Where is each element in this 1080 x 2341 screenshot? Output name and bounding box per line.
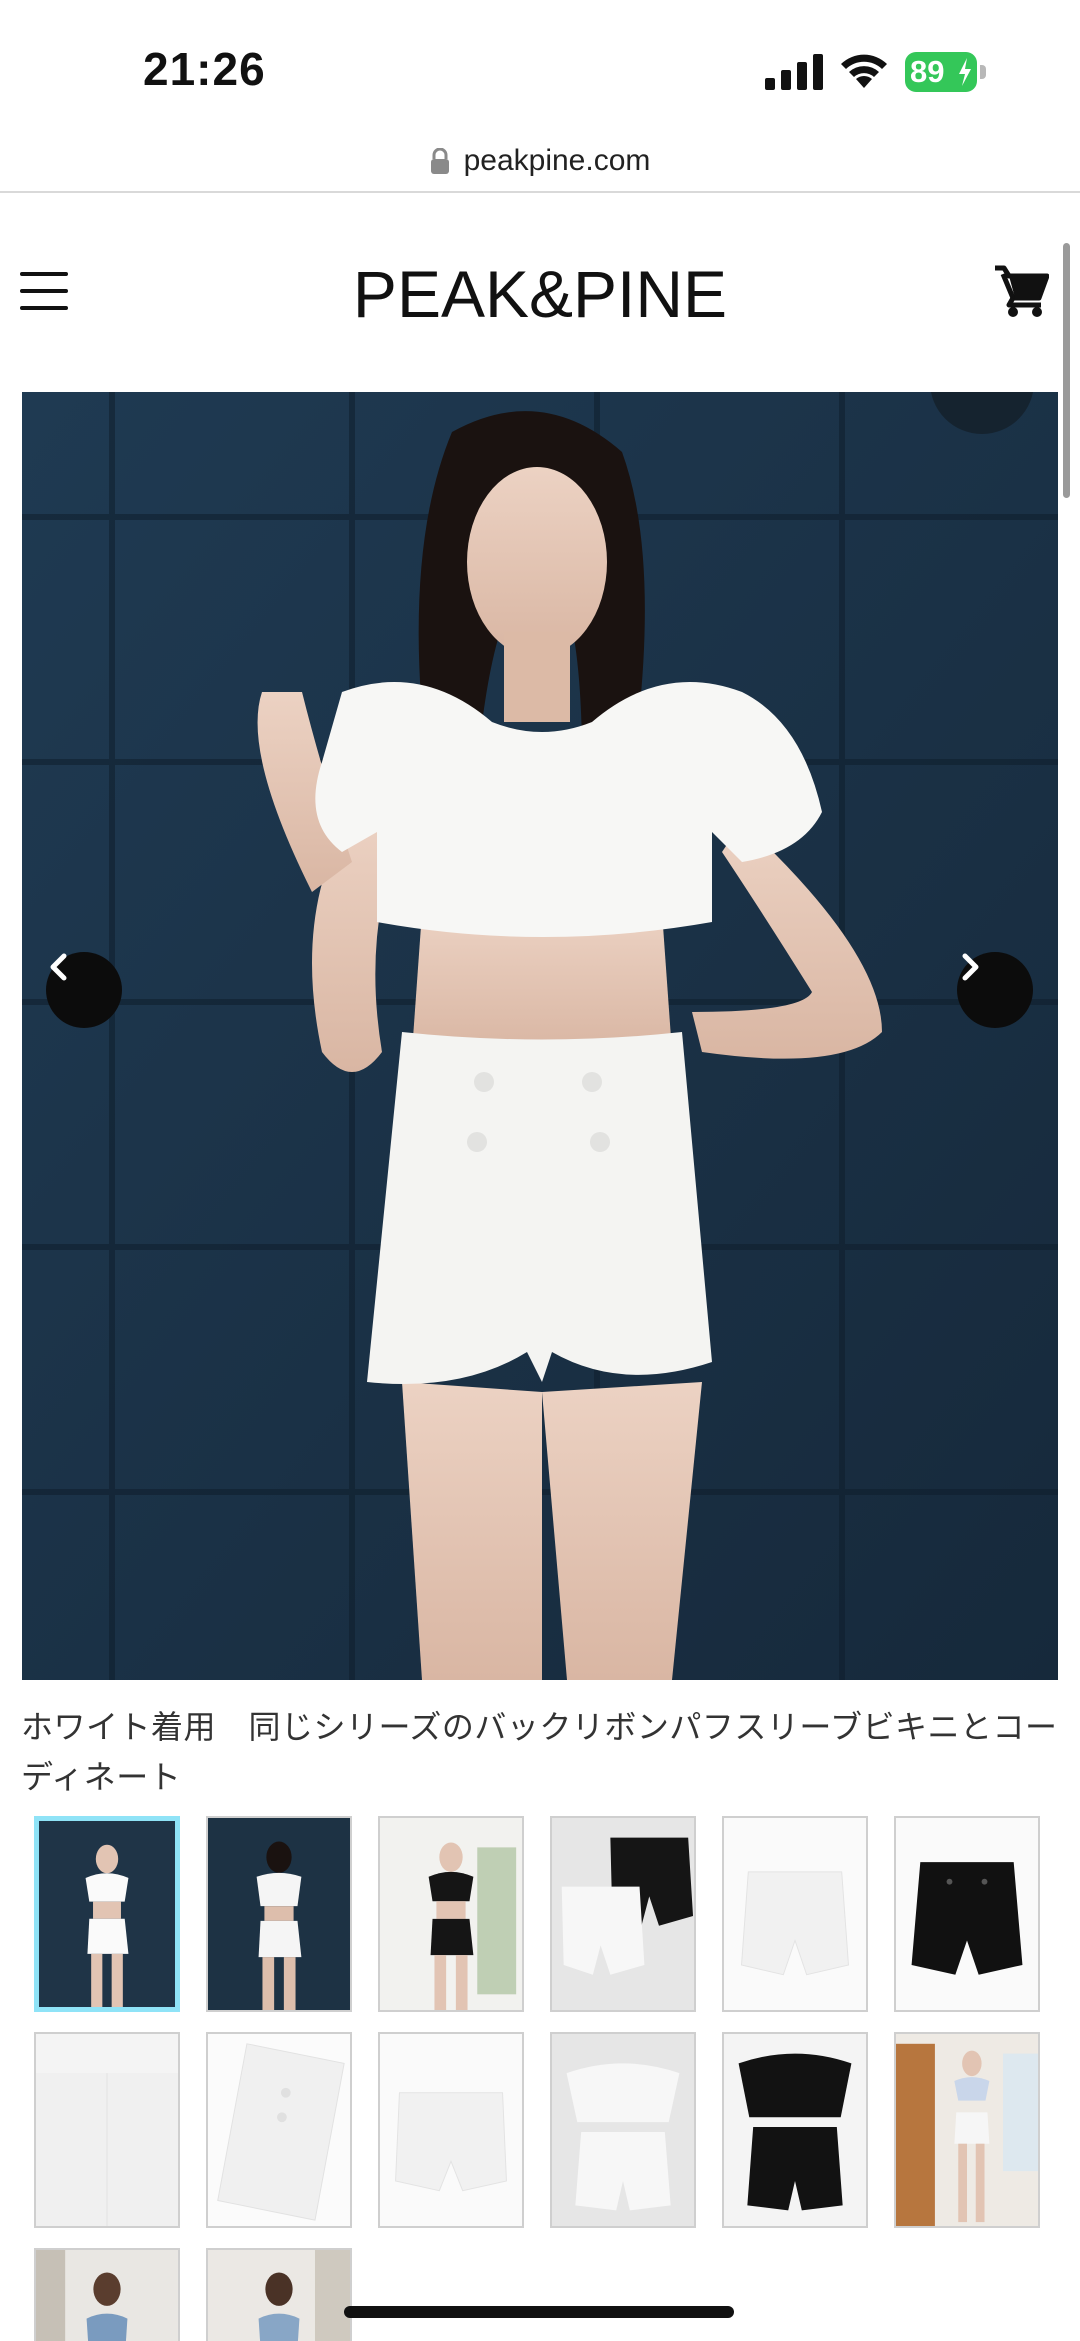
- thumbnail-model-white-front[interactable]: [34, 1816, 180, 2012]
- thumbnail-model-black-front[interactable]: [378, 1816, 524, 2012]
- cellular-signal-icon: [765, 54, 823, 90]
- address-bar[interactable]: peakpine.com: [0, 130, 1080, 192]
- image-caption: ホワイト着用 同じシリーズのバックリボンパフスリーブビキニとコーディネート: [21, 1708, 1058, 1796]
- thumbnail-model-floral-back[interactable]: [206, 2248, 352, 2341]
- gallery-prev-button[interactable]: [46, 952, 122, 1028]
- home-indicator[interactable]: [344, 2306, 734, 2318]
- thumbnail-shorts-white-buttons[interactable]: [206, 2032, 352, 2228]
- status-bar: 21:26 89: [0, 0, 1080, 130]
- thumbnail-shorts-white-back[interactable]: [378, 2032, 524, 2228]
- thumbnail-model-floral-front[interactable]: [34, 2248, 180, 2341]
- product-photo: [22, 392, 1058, 1680]
- chevron-left-icon: [50, 953, 67, 981]
- battery-charging-icon: 89: [905, 52, 986, 92]
- url-text[interactable]: peakpine.com: [464, 144, 651, 178]
- thumbnail-shorts-black[interactable]: [894, 1816, 1040, 2012]
- battery-level: 89: [910, 54, 945, 89]
- wifi-icon: [841, 54, 887, 88]
- thumbnail-shorts-white-detail[interactable]: [34, 2032, 180, 2228]
- site-logo[interactable]: PEAK&PINE: [0, 256, 1080, 332]
- shopping-cart-icon[interactable]: [993, 264, 1049, 318]
- thumbnail-model-floral[interactable]: [894, 2032, 1040, 2228]
- thumbnail-model-white-back[interactable]: [206, 1816, 352, 2012]
- thumbnail-set-white[interactable]: [550, 2032, 696, 2228]
- lock-icon: [430, 148, 449, 174]
- divider: [0, 191, 1080, 193]
- thumbnail-shorts-black-white[interactable]: [550, 1816, 696, 2012]
- thumbnail-set-black[interactable]: [722, 2032, 868, 2228]
- site-header: PEAK&PINE: [0, 240, 1080, 350]
- product-main-image[interactable]: [22, 392, 1058, 1680]
- gallery-next-button[interactable]: [957, 952, 1033, 1028]
- chevron-right-icon: [962, 953, 979, 981]
- thumbnail-shorts-white[interactable]: [722, 1816, 868, 2012]
- status-time: 21:26: [143, 43, 266, 95]
- page-scrollbar[interactable]: [1063, 243, 1070, 498]
- bolt-icon: [959, 58, 971, 86]
